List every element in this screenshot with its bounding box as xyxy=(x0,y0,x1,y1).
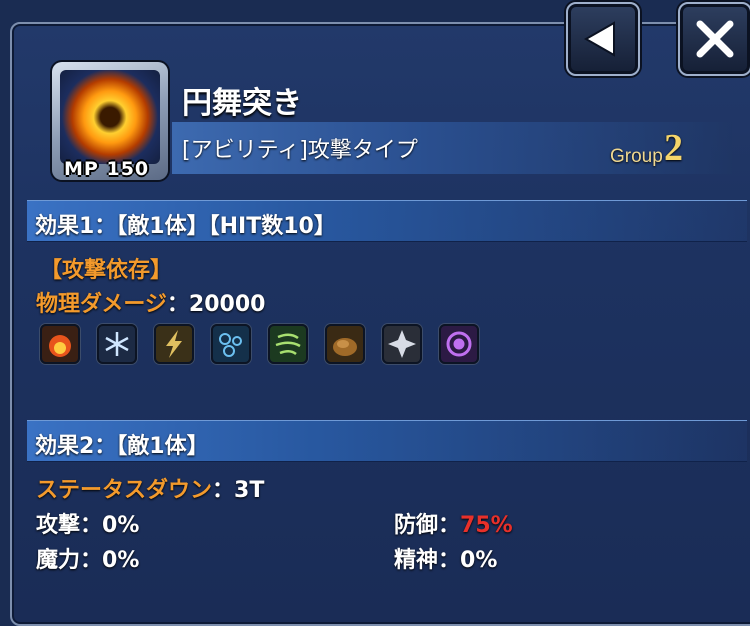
damage-value: 20000 xyxy=(188,292,266,317)
damage-label: 物理ダメージ xyxy=(36,292,167,317)
earth-icon xyxy=(325,324,365,364)
explosion-icon xyxy=(60,70,160,164)
defense-line: 防御：75% xyxy=(394,507,513,539)
back-button[interactable] xyxy=(566,2,640,76)
group-number: 2 xyxy=(664,127,683,169)
effect1-damage-line: 物理ダメージ：20000 xyxy=(36,286,265,318)
spirit-label: 精神 xyxy=(394,548,439,573)
mp-label: MP xyxy=(64,158,99,180)
status-down-label: ステータスダウン xyxy=(36,478,213,503)
damage-sep: ： xyxy=(166,292,189,317)
skill-type: [アビリティ]攻撃タイプ xyxy=(182,138,418,163)
water-icon xyxy=(211,324,251,364)
defense-value: 75% xyxy=(460,513,513,538)
mp-value: 150 xyxy=(106,158,150,180)
attack-line: 攻撃：0% xyxy=(36,507,139,539)
light-icon xyxy=(382,324,422,364)
spirit-value: ：0% xyxy=(438,548,498,573)
ice-icon xyxy=(97,324,137,364)
defense-label: 防御 xyxy=(394,513,439,538)
status-down-sep: ： xyxy=(212,478,235,503)
spirit-line: 精神：0% xyxy=(394,542,497,574)
effect1-header: 効果1：【敵1体】【HIT数10】 xyxy=(27,200,747,242)
status-down-line: ステータスダウン：3T xyxy=(36,472,264,504)
magic-value: ：0% xyxy=(80,548,140,573)
effect1-dependency: 【攻撃依存】 xyxy=(40,258,173,283)
close-icon xyxy=(696,20,734,58)
fire-icon xyxy=(40,324,80,364)
group-label: Group xyxy=(610,146,663,167)
defense-sep: ： xyxy=(438,513,461,538)
wind-icon xyxy=(268,324,308,364)
status-down-value: 3T xyxy=(234,478,265,503)
attack-value: ：0% xyxy=(80,513,140,538)
effect2-header: 効果2：【敵1体】 xyxy=(27,420,747,462)
back-arrow-icon xyxy=(583,21,615,57)
dark-icon xyxy=(439,324,479,364)
magic-label: 魔力 xyxy=(36,548,81,573)
effect1-header-text: 効果1：【敵1体】【HIT数10】 xyxy=(35,214,336,239)
thunder-icon xyxy=(154,324,194,364)
effect2-header-text: 効果2：【敵1体】 xyxy=(35,434,209,459)
mp-cost: MP 150 xyxy=(64,158,149,180)
attack-label: 攻撃 xyxy=(36,513,81,538)
magic-line: 魔力：0% xyxy=(36,542,139,574)
skill-name: 円舞突き xyxy=(182,86,302,121)
close-button[interactable] xyxy=(678,2,750,76)
